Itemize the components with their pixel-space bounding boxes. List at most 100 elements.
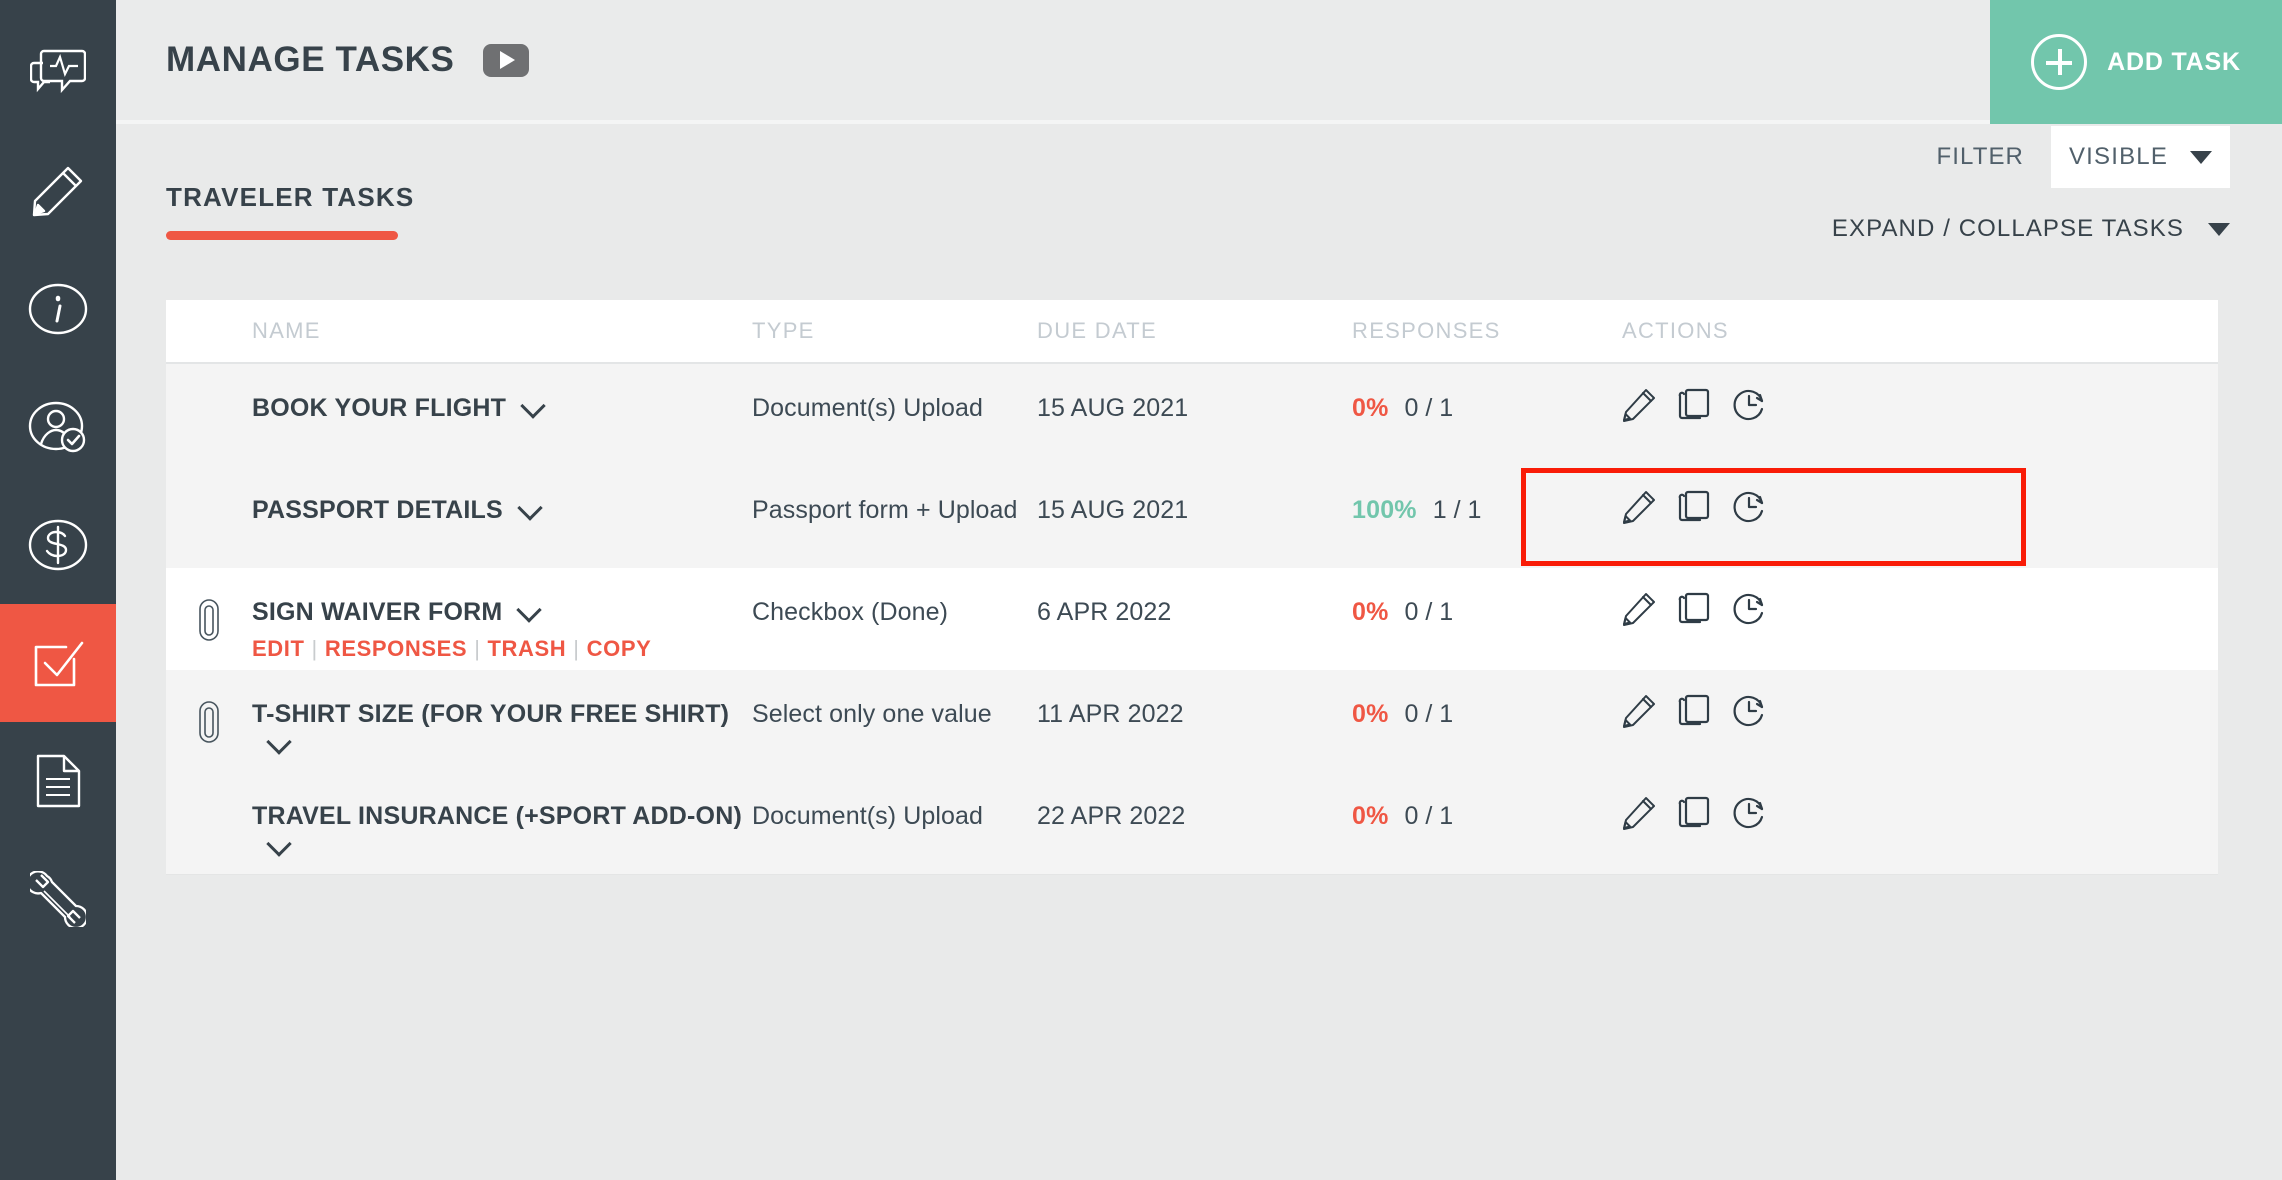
- task-due-date-cell: 15 AUG 2021: [1037, 496, 1189, 524]
- add-task-button[interactable]: ADD TASK: [1990, 0, 2282, 124]
- table-controls: FILTER VISIBLE EXPAND / COLLAPSE TASKS: [1832, 126, 2230, 243]
- action-icon-group: [1622, 772, 2218, 835]
- table-row: BOOK YOUR FLIGHT Document(s) Upload 15 AUG…: [166, 364, 2218, 466]
- copy-icon[interactable]: [1678, 796, 1710, 835]
- task-name-line: T-SHIRT SIZE (FOR YOUR FREE SHIRT): [252, 700, 752, 757]
- pencil-icon[interactable]: [1622, 694, 1656, 733]
- task-actions-cell: [1622, 772, 2218, 835]
- play-triangle-icon: [500, 51, 515, 69]
- response-ratio: 0 / 1: [1404, 598, 1454, 626]
- column-header-due-date: DUE DATE: [1037, 318, 1158, 343]
- tasks-table: NAME TYPE DUE DATE RESPONSES ACTIONS BOO…: [166, 300, 2218, 874]
- task-due-date-cell: 22 APR 2022: [1037, 802, 1186, 830]
- sublink-trash[interactable]: TRASH: [488, 636, 567, 661]
- sidebar-item-messages[interactable]: [0, 14, 116, 132]
- chat-activity-icon: [30, 47, 86, 99]
- response-percent: 0%: [1352, 700, 1389, 728]
- task-type-cell: Passport form + Upload: [752, 496, 1018, 524]
- attachment-cell: [166, 466, 252, 496]
- sublink-copy[interactable]: COPY: [587, 636, 652, 661]
- copy-icon[interactable]: [1678, 592, 1710, 631]
- action-icon-group: [1622, 466, 2218, 529]
- pencil-icon[interactable]: [1622, 592, 1656, 631]
- table-row: TRAVEL INSURANCE (+SPORT ADD-ON) Document…: [166, 772, 2218, 874]
- chevron-down-icon: [2190, 150, 2213, 164]
- add-task-label: ADD TASK: [2107, 47, 2241, 76]
- action-icon-group: [1622, 568, 2218, 631]
- sidebar-item-tasks[interactable]: [0, 604, 116, 722]
- task-responses-cell: 0% 0 / 1: [1352, 772, 1622, 831]
- table-header-row: NAME TYPE DUE DATE RESPONSES ACTIONS: [166, 300, 2218, 364]
- sublink-edit[interactable]: EDIT: [252, 636, 305, 661]
- response-ratio: 1 / 1: [1432, 496, 1482, 524]
- wrench-icon: [30, 871, 86, 927]
- paperclip-icon: [198, 700, 220, 746]
- response-percent: 100%: [1352, 496, 1417, 524]
- table-body: BOOK YOUR FLIGHT Document(s) Upload 15 AUG…: [166, 364, 2218, 874]
- chevron-down-icon: [2208, 222, 2230, 236]
- sidebar-item-edit[interactable]: [0, 132, 116, 250]
- sidebar-item-info[interactable]: [0, 250, 116, 368]
- task-name-line: TRAVEL INSURANCE (+SPORT ADD-ON): [252, 802, 752, 859]
- column-header-actions: ACTIONS: [1622, 318, 1729, 343]
- copy-icon[interactable]: [1678, 490, 1710, 529]
- pencil-icon[interactable]: [1622, 796, 1656, 835]
- top-bar: MANAGE TASKS ADD TASK: [116, 0, 2282, 124]
- play-button-icon[interactable]: [482, 43, 529, 77]
- column-header-name: NAME: [252, 318, 321, 343]
- clock-history-icon[interactable]: [1732, 694, 1766, 733]
- table-row: SIGN WAIVER FORM EDIT | RESPONSES | TRASH | COP…: [166, 568, 2218, 670]
- tab-active-underline: [166, 231, 398, 240]
- attachment-cell: [166, 772, 252, 802]
- task-name-line: SIGN WAIVER FORM: [252, 598, 752, 628]
- copy-icon[interactable]: [1678, 388, 1710, 427]
- task-name-cell: PASSPORT DETAILS: [252, 466, 752, 526]
- filter-label: FILTER: [1936, 143, 2024, 170]
- sidebar-item-travelers[interactable]: [0, 368, 116, 486]
- table-row: T-SHIRT SIZE (FOR YOUR FREE SHIRT) Select…: [166, 670, 2218, 772]
- task-actions-cell: [1622, 670, 2218, 733]
- copy-icon[interactable]: [1678, 694, 1710, 733]
- clock-history-icon[interactable]: [1732, 388, 1766, 427]
- main-area: MANAGE TASKS ADD TASK TRAVELER TASKS FIL…: [116, 0, 2282, 1180]
- sidebar-item-settings[interactable]: [0, 840, 116, 958]
- sidebar-item-documents[interactable]: [0, 722, 116, 840]
- user-check-icon: [28, 400, 88, 454]
- task-type-cell: Checkbox (Done): [752, 598, 949, 626]
- task-name-cell: SIGN WAIVER FORM EDIT | RESPONSES | TRASH | COP…: [252, 568, 752, 662]
- task-name: SIGN WAIVER FORM: [252, 598, 503, 626]
- response-percent: 0%: [1352, 598, 1389, 626]
- chevron-down-icon[interactable]: [268, 834, 290, 856]
- sublink-separator: |: [573, 635, 580, 661]
- document-icon: [33, 753, 83, 809]
- clock-history-icon[interactable]: [1732, 490, 1766, 529]
- pencil-icon[interactable]: [1622, 388, 1656, 427]
- sidebar-item-payments[interactable]: [0, 486, 116, 604]
- filter-select[interactable]: VISIBLE: [2051, 126, 2230, 188]
- task-due-date-cell: 15 AUG 2021: [1037, 394, 1189, 422]
- task-sublinks: EDIT | RESPONSES | TRASH | COPY: [252, 636, 752, 662]
- chevron-down-icon[interactable]: [519, 498, 541, 520]
- sublink-separator: |: [474, 635, 481, 661]
- task-due-date-cell: 6 APR 2022: [1037, 598, 1172, 626]
- response-ratio: 0 / 1: [1404, 394, 1454, 422]
- chevron-down-icon[interactable]: [268, 732, 290, 754]
- sublink-responses[interactable]: RESPONSES: [325, 636, 467, 661]
- info-circle-icon: [28, 282, 88, 336]
- task-actions-cell: [1622, 466, 2218, 529]
- chevron-down-icon[interactable]: [518, 600, 540, 622]
- app-root: MANAGE TASKS ADD TASK TRAVELER TASKS FIL…: [0, 0, 2282, 1180]
- clock-history-icon[interactable]: [1732, 592, 1766, 631]
- dollar-circle-icon: [28, 518, 88, 572]
- checkbox-icon: [30, 637, 86, 689]
- pencil-icon[interactable]: [1622, 490, 1656, 529]
- task-responses-cell: 0% 0 / 1: [1352, 670, 1622, 729]
- clock-history-icon[interactable]: [1732, 796, 1766, 835]
- sublink-separator: |: [311, 635, 318, 661]
- task-name-line: BOOK YOUR FLIGHT: [252, 394, 752, 424]
- response-ratio: 0 / 1: [1404, 802, 1454, 830]
- expand-collapse-tasks-button[interactable]: EXPAND / COLLAPSE TASKS: [1832, 215, 2230, 243]
- chevron-down-icon[interactable]: [522, 396, 544, 418]
- attachment-cell: [166, 364, 252, 394]
- page-title: MANAGE TASKS: [166, 40, 455, 79]
